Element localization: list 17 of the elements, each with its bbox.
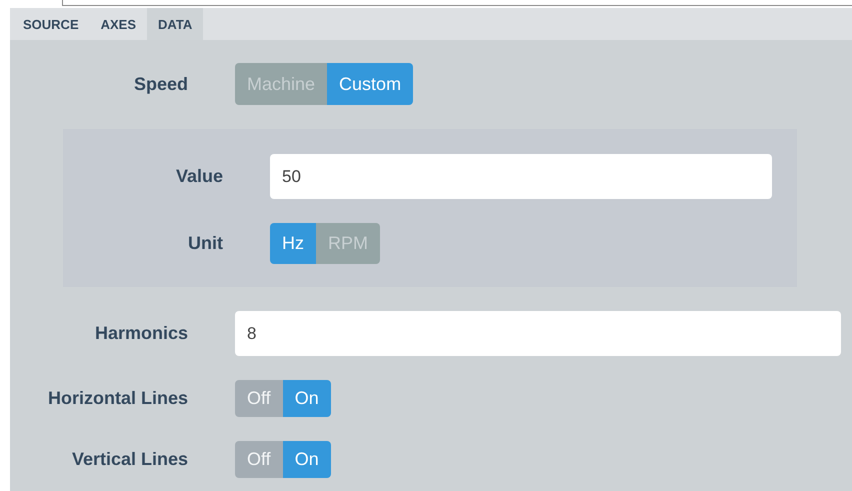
field-label: Vertical Lines	[70, 449, 188, 470]
field-label: Harmonics	[94, 323, 188, 344]
field-label: Unit	[187, 233, 223, 254]
toggle-option[interactable]: Off	[235, 441, 283, 478]
toggle-option[interactable]: Custom	[327, 63, 414, 105]
toggle-option[interactable]: On	[282, 380, 331, 417]
input-field[interactable]: 8	[235, 311, 841, 356]
field-label: Horizontal Lines	[46, 388, 188, 409]
toggle-option[interactable]: On	[282, 441, 331, 478]
toggle-option[interactable]: Hz	[270, 223, 316, 264]
tab[interactable]: SOURCE	[12, 8, 90, 40]
tab[interactable]: DATA	[147, 8, 204, 40]
toggle-option[interactable]: Off	[235, 380, 283, 417]
field-label: Speed	[132, 74, 188, 94]
field-label: Value	[174, 166, 223, 187]
input-field[interactable]: 50	[270, 154, 772, 199]
tab[interactable]: AXES	[90, 8, 148, 40]
